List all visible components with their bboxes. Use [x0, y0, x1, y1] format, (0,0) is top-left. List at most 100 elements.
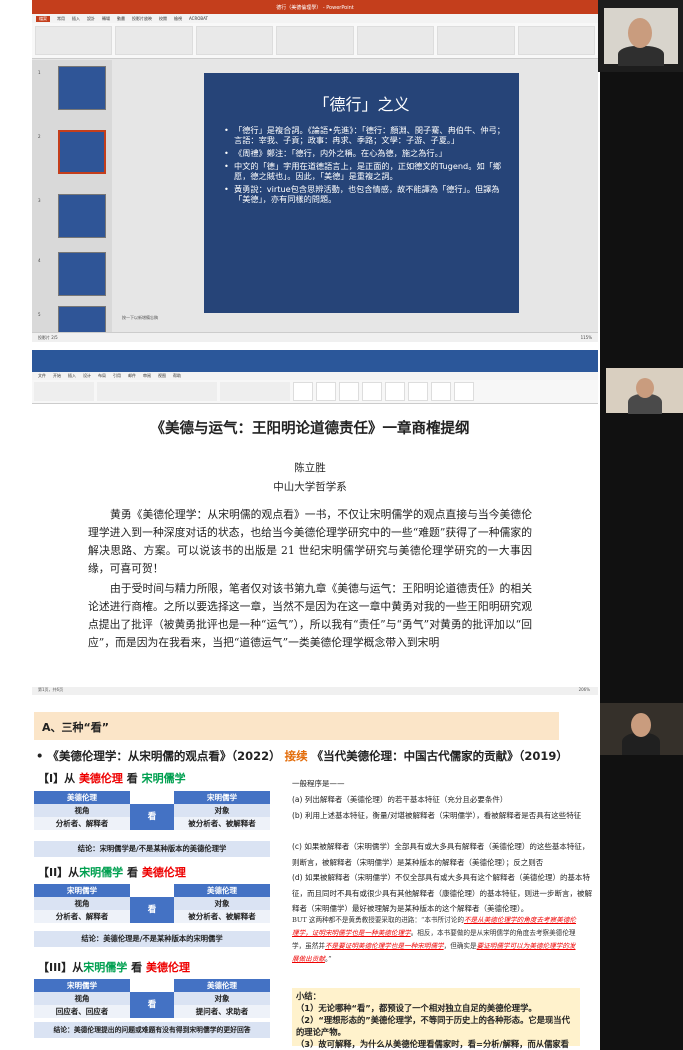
word-tab-insert[interactable]: 插入 [68, 373, 76, 379]
word-tab-layout[interactable]: 布局 [98, 373, 106, 379]
ppt-window-title: 德行（美德倫理學） - PowerPoint [276, 4, 354, 11]
slide-bullet: 中文的「德」字用在道德語言上，是正面的，正如德文的Tugend。如「鄉愿，德之賊… [224, 161, 505, 181]
ppt-tab-view[interactable]: 檢視 [174, 16, 182, 22]
drawing-group[interactable] [356, 26, 435, 55]
book1-title: 《美德伦理学：从宋明儒的观点看》（2022） [47, 749, 281, 763]
word-window-title: 美德与运气—黄勇稿 - Word [283, 353, 347, 359]
thumb-number: 1 [38, 70, 41, 75]
person-face [636, 378, 654, 398]
look-arrow-label: 看 [130, 992, 174, 1018]
style-gallery-item[interactable] [454, 382, 474, 401]
ppt-tab-file[interactable]: 檔案 [36, 15, 50, 22]
ppt-tab-transitions[interactable]: 轉場 [102, 16, 110, 22]
block-number: 【II】从 [38, 866, 80, 879]
table-cell: 视角 [34, 992, 130, 1005]
style-gallery-item[interactable] [385, 382, 405, 401]
style-gallery-item[interactable] [362, 382, 382, 401]
table-header-row: 宋明儒学 美德伦理 [34, 884, 270, 897]
style-gallery-item[interactable] [408, 382, 428, 401]
table-cell: 对象 [174, 804, 270, 817]
font-group[interactable] [195, 26, 274, 55]
style-gallery-item[interactable] [431, 382, 451, 401]
style-gallery-item[interactable] [293, 382, 313, 401]
comparison-table: 美德伦理 宋明儒学 视角 对象 分析者、解释者 被分析者、被解释者 看 [34, 791, 270, 831]
table-header-row: 美德伦理 宋明儒学 [34, 791, 270, 804]
word-tab-references[interactable]: 引用 [113, 373, 121, 379]
slide-thumbnail[interactable] [58, 252, 106, 296]
ppt-tab-design[interactable]: 設計 [87, 16, 95, 22]
ppt-tab-insert[interactable]: 插入 [72, 16, 80, 22]
webcam-video-speaker [600, 703, 683, 755]
table-header: 宋明儒学 [174, 791, 270, 804]
block-subject: 宋明儒学 [83, 961, 128, 974]
lecture-slide: A、三种“看” • 《美德伦理学：从宋明儒的观点看》（2022） 接续 《当代美… [0, 700, 600, 1050]
adobe-group[interactable] [517, 26, 595, 55]
slide-counter: 投影片 2/5 [38, 334, 58, 340]
thumb-number: 3 [38, 198, 41, 203]
summary-point: （3）故可解释，为什么从美德伦理看儒家时，看=分析/解释，而从儒家看美德伦理时，… [296, 1039, 569, 1049]
word-tab-file[interactable]: 文件 [38, 373, 46, 379]
quote-text: 。” [324, 955, 332, 963]
word-ribbon [32, 380, 598, 404]
block-heading: 【III】从宋明儒学 看 美德伦理 [38, 959, 190, 975]
word-ribbon-tabs: 文件 开始 插入 设计 布局 引用 邮件 审阅 视图 帮助 [32, 372, 598, 380]
style-gallery-item[interactable] [339, 382, 359, 401]
editing-group[interactable] [437, 26, 515, 55]
ppt-ribbon [32, 23, 598, 59]
word-tab-mailings[interactable]: 邮件 [128, 373, 136, 379]
clipboard-group[interactable] [34, 382, 94, 401]
word-tab-view[interactable]: 视图 [158, 373, 166, 379]
block-conclusion: 结论：宋明儒学是/不是某种版本的美德伦理学 [34, 841, 270, 857]
ppt-tab-animations[interactable]: 動畫 [117, 16, 125, 22]
word-tab-help[interactable]: 帮助 [173, 373, 181, 379]
slides-group[interactable] [115, 26, 193, 55]
section-heading: A、三种“看” [34, 712, 559, 740]
webcam-video-presenter [598, 0, 683, 72]
procedure-step: (b) 利用上述基本特征，衡量/对堪被解释者（宋明儒学），看被解释者是否具有这些… [292, 811, 582, 820]
clipboard-group[interactable] [35, 26, 113, 55]
word-tab-design[interactable]: 设计 [83, 373, 91, 379]
slide-bullet: 《周禮》鄭注：「德行，内外之稱。在心為德，施之為行。」 [224, 148, 505, 158]
quote-text: BUT 这两种都不是黄勇教授要采取的进路：“本书所讨论的 [292, 916, 464, 924]
paragraph-group[interactable] [220, 382, 290, 401]
table-cell: 对象 [174, 992, 270, 1005]
ppt-tab-acrobat[interactable]: ACROBAT [189, 16, 208, 21]
ppt-ribbon-tabs: 檔案 常用 插入 設計 轉場 動畫 投影片放映 校閱 檢視 ACROBAT [32, 14, 598, 23]
word-tab-home[interactable]: 开始 [53, 373, 61, 379]
summary-point: （1）无论哪种“看”，都预设了一个相对独立自足的美德伦理学。 [296, 1003, 537, 1013]
video-gallery-strip [600, 0, 683, 1050]
ppt-titlebar: 德行（美德倫理學） - PowerPoint [32, 0, 598, 14]
block-heading: 【I】从 美德伦理 看 宋明儒学 [38, 770, 186, 786]
table-cell: 视角 [34, 804, 130, 817]
word-tab-review[interactable]: 审阅 [143, 373, 151, 379]
procedure-step: (c) 如果被解释者（宋明儒学）全部具有或大多具有解释者（美德伦理）的这些基本特… [292, 842, 590, 867]
comparison-table: 宋明儒学 美德伦理 视角 对象 回应者、回应者 提问者、求助者 看 [34, 979, 270, 1019]
summary-title: 小结： [296, 991, 321, 1001]
person-face [631, 713, 651, 737]
continuation-label: 接续 [284, 749, 308, 763]
slide-bullet: 「德行」是複合詞。《論語•先進》：「德行：顏淵、閔子騫、冉伯牛、仲弓；言語：宰我… [224, 125, 505, 145]
slide-thumbnail[interactable] [58, 66, 106, 110]
document-author: 陈立胜 [294, 462, 326, 474]
block-verb: 看 [123, 866, 142, 879]
powerpoint-window: 德行（美德倫理學） - PowerPoint 檔案 常用 插入 設計 轉場 動畫… [32, 0, 598, 342]
zoom-level[interactable]: 206% [579, 687, 590, 692]
font-group[interactable] [97, 382, 217, 401]
quote-highlight: 不是要证明美德伦理学也是一种宋明儒学 [324, 942, 444, 950]
block-heading: 【II】从宋明儒学 看 美德伦理 [38, 864, 186, 880]
paragraph-group[interactable] [276, 26, 354, 55]
slide-thumbnail[interactable] [58, 194, 106, 238]
ppt-tab-review[interactable]: 校閱 [159, 16, 167, 22]
slide-title: 「德行」之义 [313, 95, 410, 114]
current-slide[interactable]: 「德行」之义 「德行」是複合詞。《論語•先進》：「德行：顏淵、閔子騫、冉伯牛、仲… [204, 73, 519, 313]
word-document-body[interactable]: 《美德与运气：王阳明论道德责任》一章商榷提纲 陈立胜 中山大学哲学系 黄勇《美德… [88, 410, 532, 652]
slide-thumbnail-selected[interactable] [58, 130, 106, 174]
table-header-row: 宋明儒学 美德伦理 [34, 979, 270, 992]
notes-placeholder[interactable]: 按一下以新增備忘稿 [122, 315, 158, 321]
document-title: 《美德与运气：王阳明论道德责任》一章商榷提纲 [150, 420, 470, 437]
slide-bullet-list: 「德行」是複合詞。《論語•先進》：「德行：顏淵、閔子騫、冉伯牛、仲弓；言語：宰我… [224, 125, 505, 204]
ppt-tab-slideshow[interactable]: 投影片放映 [132, 16, 152, 22]
zoom-level[interactable]: 115% [581, 335, 592, 340]
style-gallery-item[interactable] [316, 382, 336, 401]
ppt-tab-home[interactable]: 常用 [57, 16, 65, 22]
